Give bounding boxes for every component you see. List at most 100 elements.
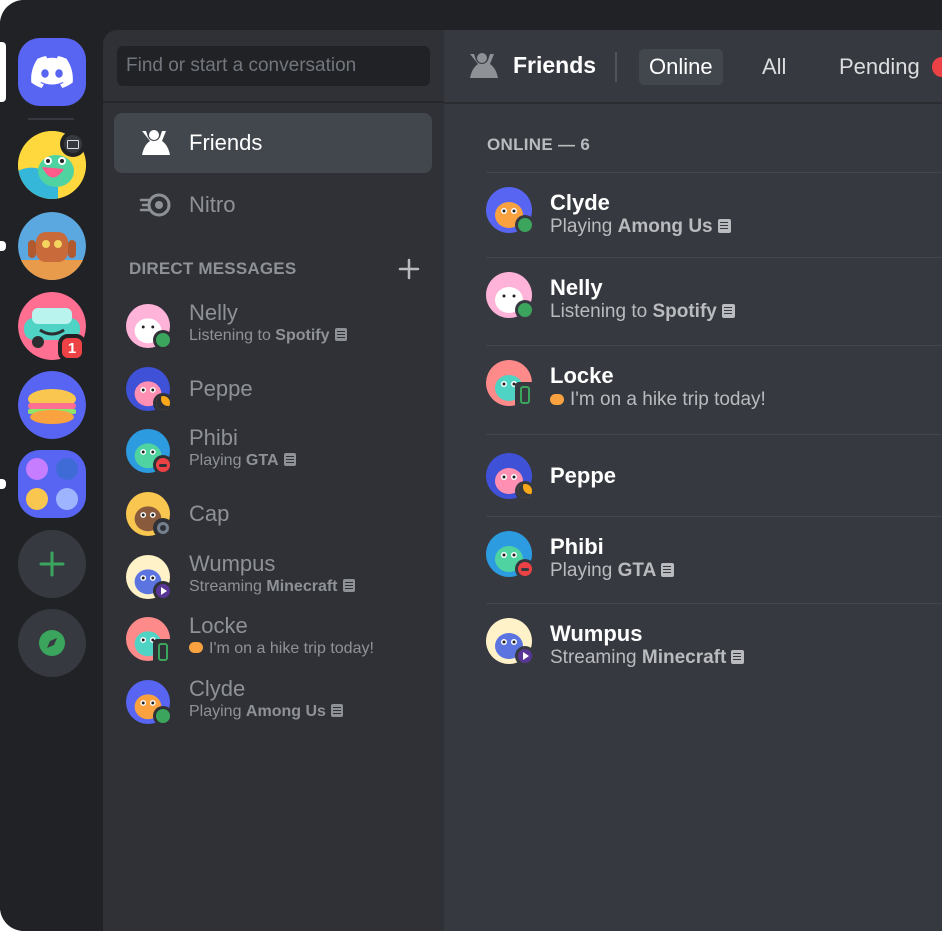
- custom-status-text: I'm on a hike trip today!: [570, 389, 766, 410]
- server-icon-2[interactable]: [18, 212, 86, 280]
- friends-panel: Friends Online All Pending ONLINE — 6 Cl…: [444, 30, 942, 931]
- status-dnd-icon: [515, 559, 535, 579]
- friend-row-phibi[interactable]: Phibi Playing GTA: [486, 516, 942, 604]
- status-online-icon: [153, 330, 173, 350]
- plus-icon: [39, 551, 65, 577]
- rich-presence-icon: [717, 219, 731, 233]
- status-offline-icon: [153, 518, 173, 538]
- search-input[interactable]: Find or start a conversation: [117, 46, 430, 86]
- friend-row-clyde[interactable]: Clyde Playing Among Us: [486, 172, 942, 258]
- activity-name: Minecraft: [641, 647, 727, 668]
- activity-prefix: Listening to: [189, 327, 276, 344]
- dm-section-header: DIRECT MESSAGES: [129, 259, 297, 278]
- activity-text: Playing GTA: [189, 452, 296, 470]
- status-streaming-icon: [153, 581, 173, 601]
- rich-presence-icon: [342, 579, 355, 592]
- rich-presence-icon: [731, 650, 745, 664]
- status-streaming-icon: [515, 646, 535, 666]
- dm-item-locke[interactable]: Locke I'm on a hike trip today!: [123, 613, 433, 669]
- activity-text: Playing GTA: [550, 560, 675, 582]
- home-button[interactable]: [18, 38, 86, 106]
- nav-nitro[interactable]: Nitro: [114, 175, 432, 235]
- friend-name: Nelly: [550, 275, 603, 300]
- nav-nitro-label: Nitro: [189, 192, 236, 217]
- status-idle-icon: [515, 481, 535, 501]
- activity-text: Listening to Spotify: [189, 327, 347, 345]
- rich-presence-icon: [721, 304, 735, 318]
- nav-friends-label: Friends: [189, 130, 263, 155]
- add-server-button[interactable]: [18, 530, 86, 598]
- activity-prefix: Streaming: [189, 578, 267, 595]
- status-mobile-icon: [153, 639, 173, 665]
- dm-item-wumpus[interactable]: Wumpus Streaming Minecraft: [123, 551, 433, 607]
- online-count-header: ONLINE — 6: [487, 135, 591, 154]
- friend-row-peppe[interactable]: Peppe: [486, 434, 942, 517]
- friend-name: Clyde: [550, 190, 610, 215]
- unread-indicator-2: [0, 479, 6, 489]
- friend-name: Phibi: [550, 534, 604, 559]
- activity-prefix: Playing: [550, 560, 618, 581]
- friends-topbar: Friends Online All Pending: [444, 30, 942, 104]
- activity-text: Playing Among Us: [550, 216, 731, 238]
- dm-item-clyde[interactable]: Clyde Playing Among Us: [123, 676, 433, 732]
- activity-name: GTA: [617, 560, 657, 581]
- status-idle-icon: [153, 393, 173, 413]
- tab-online[interactable]: Online: [639, 49, 723, 85]
- dm-item-cap[interactable]: Cap: [123, 488, 433, 544]
- rich-presence-icon: [330, 704, 343, 717]
- activity-text: Streaming Minecraft: [550, 647, 745, 669]
- explore-servers-button[interactable]: [18, 609, 86, 677]
- server-notification-badge: 1: [58, 334, 86, 362]
- activity-name: Minecraft: [266, 578, 338, 595]
- friend-name: Wumpus: [550, 621, 643, 646]
- server-rail: 1: [0, 0, 103, 931]
- custom-status-emoji-icon: [550, 394, 564, 405]
- nitro-icon: [139, 193, 171, 217]
- dm-name: Wumpus: [189, 551, 276, 576]
- friend-name: Peppe: [550, 463, 617, 488]
- server-folder[interactable]: [18, 450, 86, 518]
- friends-header-icon: [470, 53, 498, 78]
- sandwich-server-icon: [18, 371, 86, 439]
- status-online-icon: [153, 706, 173, 726]
- divider: [103, 101, 444, 103]
- activity-prefix: Streaming: [550, 647, 642, 668]
- activity-name: Among Us: [617, 216, 713, 237]
- status-online-icon: [515, 300, 535, 320]
- dm-name: Nelly: [189, 300, 238, 325]
- server-icon-4[interactable]: [18, 371, 86, 439]
- dm-item-nelly[interactable]: Nelly Listening to Spotify: [123, 300, 433, 356]
- status-dnd-icon: [153, 455, 173, 475]
- dm-name: Clyde: [189, 676, 246, 701]
- robot-server-icon: [18, 212, 86, 280]
- activity-name: Spotify: [275, 327, 330, 344]
- create-dm-plus-icon[interactable]: [398, 258, 420, 280]
- rich-presence-icon: [283, 453, 296, 466]
- dm-name: Phibi: [189, 425, 238, 450]
- dm-item-peppe[interactable]: Peppe: [123, 363, 433, 419]
- friend-row-wumpus[interactable]: Wumpus Streaming Minecraft: [486, 603, 942, 692]
- dm-name: Peppe: [189, 376, 253, 401]
- activity-text: I'm on a hike trip today!: [550, 389, 766, 411]
- dm-item-phibi[interactable]: Phibi Playing GTA: [123, 425, 433, 481]
- activity-name: GTA: [245, 452, 279, 469]
- topbar-divider: [615, 52, 617, 82]
- custom-status-text: I'm on a hike trip today!: [209, 640, 374, 657]
- activity-text: Listening to Spotify: [550, 301, 735, 323]
- activity-text: I'm on a hike trip today!: [189, 640, 374, 658]
- rich-presence-icon: [661, 563, 675, 577]
- unread-indicator: [0, 241, 6, 251]
- activity-prefix: Playing: [189, 703, 246, 720]
- dm-name: Locke: [189, 613, 248, 638]
- nav-friends[interactable]: Friends: [114, 113, 432, 173]
- activity-text: Playing Among Us: [189, 703, 343, 721]
- discord-window: 1 Find or start a conversation Friends N…: [0, 0, 942, 931]
- activity-text: Streaming Minecraft: [189, 578, 355, 596]
- activity-name: Among Us: [245, 703, 326, 720]
- friend-row-nelly[interactable]: Nelly Listening to Spotify: [486, 257, 942, 346]
- tab-all[interactable]: All: [752, 49, 796, 85]
- custom-status-emoji-icon: [189, 642, 203, 653]
- status-online-icon: [515, 215, 535, 235]
- friend-row-locke[interactable]: Locke I'm on a hike trip today!: [486, 345, 942, 435]
- tab-pending[interactable]: Pending: [829, 49, 930, 85]
